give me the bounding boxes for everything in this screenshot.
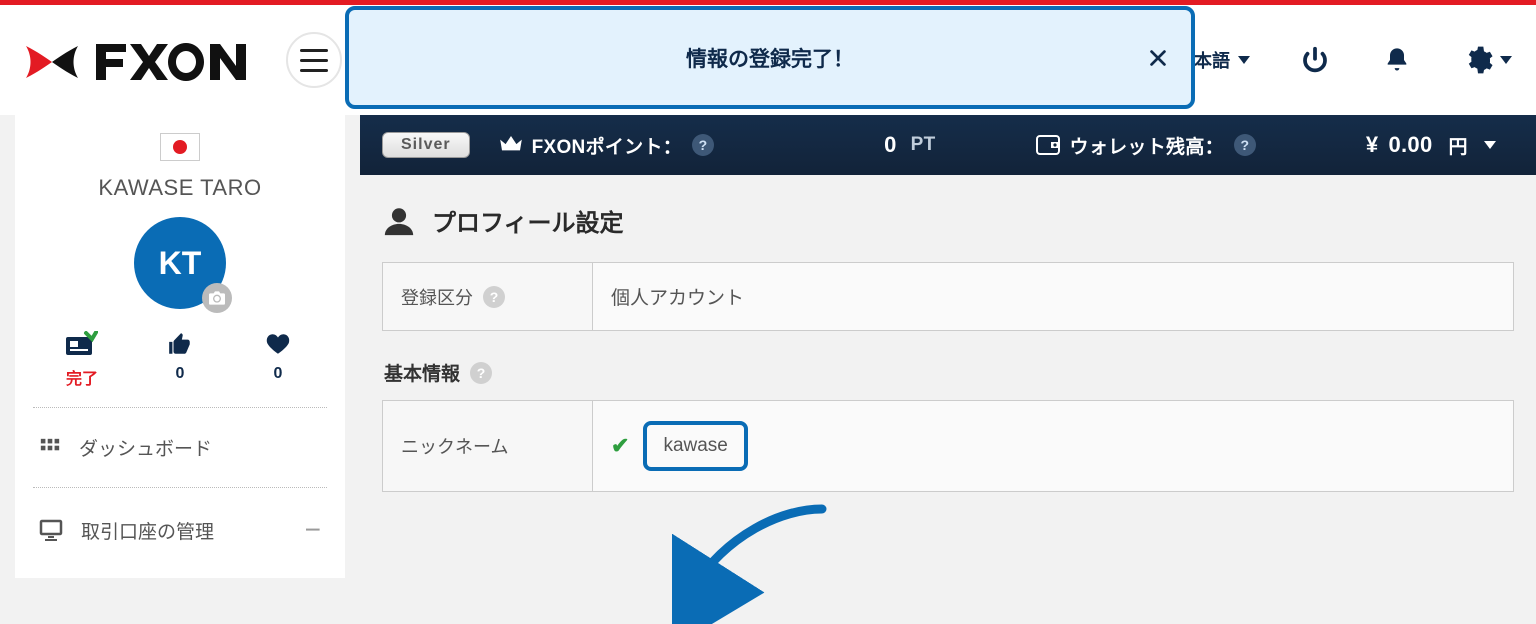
help-icon[interactable]: ?: [1234, 134, 1256, 156]
profile-stats: 完了 0 0: [15, 331, 345, 407]
camera-icon[interactable]: [202, 283, 232, 313]
help-icon[interactable]: ?: [470, 362, 492, 384]
power-button[interactable]: [1298, 43, 1332, 77]
profile-icon: [382, 204, 416, 238]
sidebar-item-label: ダッシュボード: [79, 434, 321, 461]
stat-status-label: 完了: [66, 365, 98, 389]
crown-icon: [500, 136, 522, 154]
chevron-down-icon: [1238, 56, 1250, 64]
account-status-bar: Silver FXONポイント： ? 0 PT ウォレット残高： ? ¥ 0.0…: [360, 115, 1536, 175]
gear-icon: [1462, 44, 1494, 76]
settings-menu[interactable]: [1462, 44, 1512, 76]
chevron-down-icon: [1500, 56, 1512, 64]
tier-badge: Silver: [382, 132, 470, 158]
section-label: 基本情報: [384, 359, 460, 386]
field-value: 個人アカウント: [611, 283, 744, 310]
stat-thumbs: 0: [145, 331, 215, 389]
points-label: FXONポイント：: [532, 132, 682, 159]
field-label: 登録区分: [401, 284, 473, 310]
stat-status: 完了: [47, 331, 117, 389]
wallet-label: ウォレット残高：: [1070, 132, 1224, 159]
points-value: 0: [884, 132, 897, 158]
collapse-icon: −: [305, 514, 321, 546]
wallet-segment: ウォレット残高： ?: [1036, 132, 1256, 159]
points-value-segment: 0 PT: [884, 132, 935, 158]
main-content: Silver FXONポイント： ? 0 PT ウォレット残高： ? ¥ 0.0…: [360, 115, 1536, 578]
user-display-name: KAWASE TARO: [15, 175, 345, 201]
menu-toggle-button[interactable]: [286, 32, 342, 88]
toast-close-button[interactable]: [1147, 47, 1169, 69]
help-icon[interactable]: ?: [692, 134, 714, 156]
nickname-input[interactable]: kawase: [643, 421, 747, 471]
currency-symbol: ¥: [1366, 132, 1379, 158]
stat-thumbs-value: 0: [176, 365, 185, 383]
sidebar-item-label: 取引口座の管理: [81, 517, 287, 544]
field-nickname: ニックネーム ✔ kawase: [382, 400, 1514, 492]
stat-likes-value: 0: [274, 365, 283, 383]
toast-banner: 情報の登録完了！: [345, 6, 1195, 109]
wallet-icon: [1036, 135, 1060, 155]
brand-logo[interactable]: [18, 34, 248, 86]
annotation-arrow: [672, 494, 842, 624]
points-segment: FXONポイント： ?: [500, 132, 714, 159]
form-area: 登録区分 ? 個人アカウント 基本情報 ? ニックネーム ✔ kawase: [360, 254, 1536, 492]
page-heading: プロフィール設定: [360, 175, 1536, 254]
sidebar: KAWASE TARO KT 完了 0 0 ダッシュボード: [15, 115, 345, 578]
monitor-icon: [39, 519, 63, 541]
top-stripe: [0, 0, 1536, 5]
check-icon: ✔: [611, 433, 629, 459]
notifications-button[interactable]: [1380, 43, 1414, 77]
avatar[interactable]: KT: [134, 217, 226, 309]
toast-message: 情報の登録完了！: [686, 43, 854, 73]
wallet-unit: 円: [1449, 132, 1468, 159]
help-icon[interactable]: ?: [483, 286, 505, 308]
field-label: ニックネーム: [401, 433, 508, 459]
wallet-amount: 0.00: [1388, 132, 1432, 158]
section-basic-info: 基本情報 ?: [384, 359, 1514, 386]
wallet-amount-segment[interactable]: ¥ 0.00 円: [1366, 132, 1496, 159]
stat-likes: 0: [243, 331, 313, 389]
page-title: プロフィール設定: [432, 203, 624, 238]
field-registration-type: 登録区分 ? 個人アカウント: [382, 262, 1514, 331]
chevron-down-icon: [1484, 141, 1496, 149]
country-flag-jp: [160, 133, 200, 161]
profile-card: KAWASE TARO KT 完了 0 0: [15, 115, 345, 407]
grid-icon: [39, 437, 61, 459]
points-unit: PT: [911, 134, 936, 156]
sidebar-item-dashboard[interactable]: ダッシュボード: [15, 408, 345, 487]
sidebar-item-accounts[interactable]: 取引口座の管理 −: [15, 488, 345, 572]
